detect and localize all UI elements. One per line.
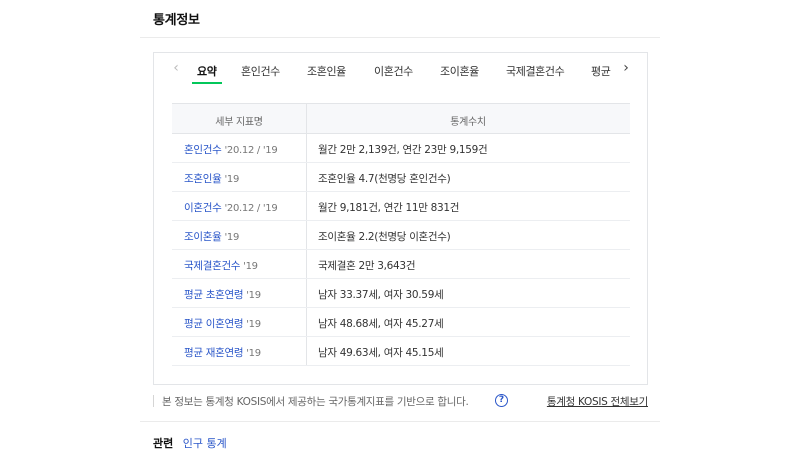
- table-row: 국제결혼건수 '19 국제결혼 2만 3,643건: [172, 250, 630, 279]
- indicator-link[interactable]: 조이혼율 '19: [184, 229, 239, 244]
- table-header: 세부 지표명 통계수치: [172, 103, 630, 134]
- indicator-link[interactable]: 혼인건수 '20.12 / '19: [184, 142, 278, 157]
- tab-summary[interactable]: 요약: [197, 63, 217, 79]
- tab-bar: ‹ 요약 혼인건수 조혼인율 이혼건수 조이혼율 국제결혼건수 평균 ›: [154, 53, 647, 87]
- chevron-right-icon[interactable]: ›: [618, 60, 634, 76]
- statistic-value: 월간 2만 2,139건, 연간 23만 9,159건: [318, 144, 488, 156]
- related-label: 관련: [153, 437, 174, 450]
- bottom-divider: [140, 421, 660, 422]
- statistic-value: 월간 9,181건, 연간 11만 831건: [318, 202, 460, 214]
- period-label: '20.12 / '19: [224, 145, 278, 156]
- table-row: 평균 초혼연령 '19 남자 33.37세, 여자 30.59세: [172, 279, 630, 308]
- statistic-value: 조혼인율 4.7(천명당 혼인건수): [318, 173, 451, 185]
- question-circle-icon[interactable]: ?: [495, 394, 508, 407]
- period-label: '20.12 / '19: [224, 203, 278, 214]
- table-row: 평균 이혼연령 '19 남자 48.68세, 여자 45.27세: [172, 308, 630, 337]
- notice-bar: [153, 395, 154, 407]
- statistics-table: 세부 지표명 통계수치 혼인건수 '20.12 / '19 월간 2만 2,139…: [172, 103, 630, 366]
- column-separator: [306, 250, 307, 278]
- column-separator: [306, 192, 307, 220]
- column-separator: [306, 279, 307, 307]
- period-label: '19: [224, 232, 240, 243]
- source-notice: 본 정보는 통계청 KOSIS에서 제공하는 국가통계지표를 기반으로 합니다.…: [153, 393, 648, 409]
- tab-marriage-count[interactable]: 혼인건수: [241, 63, 280, 79]
- statistics-card: ‹ 요약 혼인건수 조혼인율 이혼건수 조이혼율 국제결혼건수 평균 › 세부 …: [153, 52, 648, 385]
- tab-crude-divorce-rate[interactable]: 조이혼율: [440, 63, 479, 79]
- table-row: 평균 재혼연령 '19 남자 49.63세, 여자 45.15세: [172, 337, 630, 366]
- table-row: 이혼건수 '20.12 / '19 월간 9,181건, 연간 11만 831건: [172, 192, 630, 221]
- statistic-value: 남자 33.37세, 여자 30.59세: [318, 289, 444, 301]
- indicator-link[interactable]: 국제결혼건수 '19: [184, 258, 258, 273]
- tab-crude-marriage-rate[interactable]: 조혼인율: [307, 63, 346, 79]
- column-separator: [306, 104, 307, 133]
- period-label: '19: [246, 290, 261, 301]
- column-separator: [306, 337, 307, 365]
- section-title: 통계정보: [153, 13, 200, 28]
- table-row: 혼인건수 '20.12 / '19 월간 2만 2,139건, 연간 23만 9,…: [172, 134, 630, 163]
- indicator-link[interactable]: 평균 초혼연령 '19: [184, 287, 261, 302]
- table-row: 조이혼율 '19 조이혼율 2.2(천명당 이혼건수): [172, 221, 630, 250]
- period-label: '19: [243, 261, 258, 272]
- column-separator: [306, 221, 307, 249]
- chevron-left-icon[interactable]: ‹: [168, 60, 184, 76]
- tab-divorce-count[interactable]: 이혼건수: [374, 63, 413, 79]
- table-row: 조혼인율 '19 조혼인율 4.7(천명당 혼인건수): [172, 163, 630, 192]
- tab-average-age[interactable]: 평균: [591, 63, 611, 79]
- top-divider: [140, 37, 660, 38]
- statistic-value: 남자 48.68세, 여자 45.27세: [318, 318, 444, 330]
- statistic-value: 남자 49.63세, 여자 45.15세: [318, 347, 444, 359]
- column-header-value: 통계수치: [450, 117, 486, 128]
- period-label: '19: [224, 174, 240, 185]
- tab-international-marriage[interactable]: 국제결혼건수: [506, 63, 565, 79]
- indicator-link[interactable]: 조혼인율 '19: [184, 171, 239, 186]
- indicator-link[interactable]: 이혼건수 '20.12 / '19: [184, 200, 278, 215]
- period-label: '19: [246, 348, 261, 359]
- column-separator: [306, 163, 307, 191]
- period-label: '19: [246, 319, 261, 330]
- statistic-value: 국제결혼 2만 3,643건: [318, 260, 416, 272]
- notice-text: 본 정보는 통계청 KOSIS에서 제공하는 국가통계지표를 기반으로 합니다.: [162, 396, 469, 408]
- active-tab-indicator: [192, 82, 222, 84]
- related-section: 관련 인구 통계: [153, 435, 227, 451]
- column-header-indicator: 세부 지표명: [215, 117, 263, 128]
- related-population-stats-link[interactable]: 인구 통계: [183, 437, 227, 450]
- statistic-value: 조이혼율 2.2(천명당 이혼건수): [318, 231, 451, 243]
- tab-list: 요약 혼인건수 조혼인율 이혼건수 조이혼율 국제결혼건수 평균: [184, 53, 618, 87]
- indicator-link[interactable]: 평균 이혼연령 '19: [184, 316, 261, 331]
- column-separator: [306, 308, 307, 336]
- indicator-link[interactable]: 평균 재혼연령 '19: [184, 345, 261, 360]
- kosis-full-view-link[interactable]: 통계청 KOSIS 전체보기: [547, 394, 648, 409]
- column-separator: [306, 134, 307, 162]
